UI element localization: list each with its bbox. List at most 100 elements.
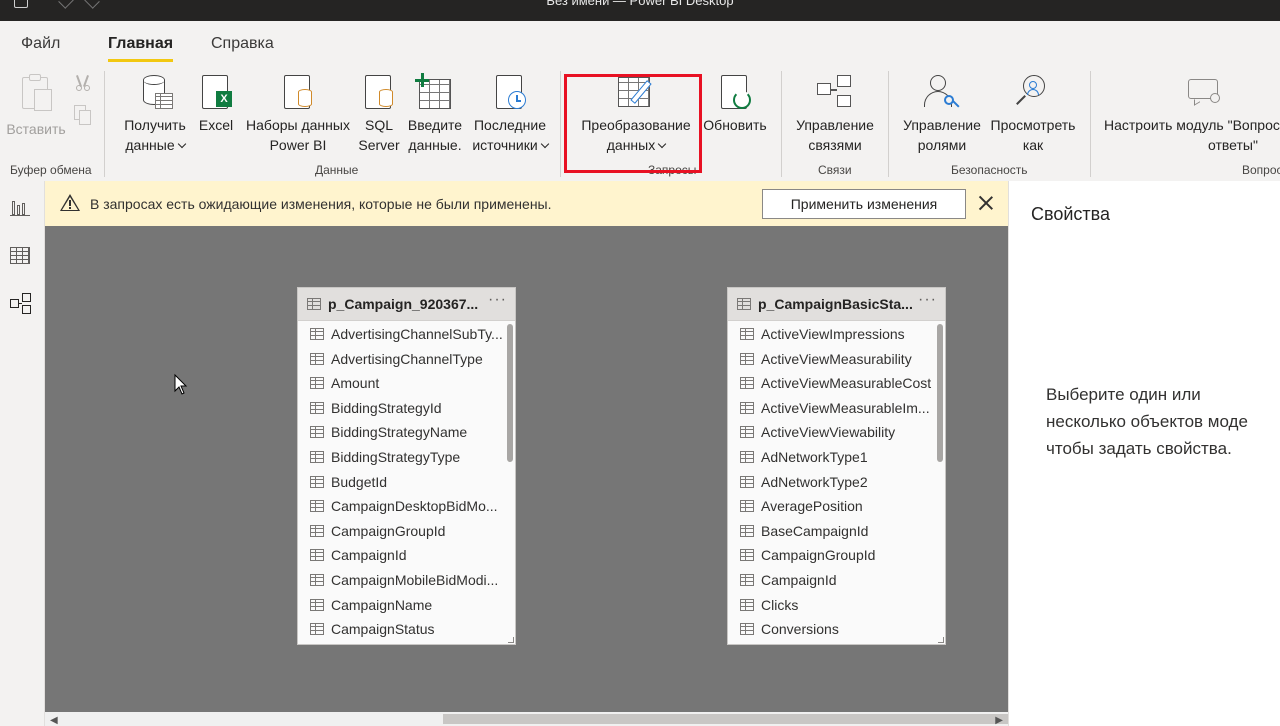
field-item[interactable]: BiddingStrategyId: [298, 396, 506, 421]
mouse-cursor-icon: [174, 373, 188, 395]
table-icon: [307, 298, 321, 310]
table-card[interactable]: p_CampaignBasicSta... ··· ActiveViewImpr…: [727, 287, 946, 645]
group-qa-label: Вопрос: [1242, 163, 1280, 177]
table-card-header[interactable]: p_CampaignBasicSta... ···: [728, 288, 945, 321]
resize-handle[interactable]: [938, 637, 944, 643]
scroll-right-icon[interactable]: ▶: [995, 715, 1003, 726]
field-item[interactable]: CampaignGroupId: [728, 543, 936, 568]
field-icon: [740, 426, 754, 439]
field-item[interactable]: AdNetworkType1: [728, 445, 936, 470]
field-item[interactable]: AdNetworkType2: [728, 470, 936, 495]
pending-changes-banner: В запросах есть ожидающие изменения, кот…: [45, 181, 1008, 226]
apply-changes-button[interactable]: Применить изменения: [762, 189, 966, 219]
field-item[interactable]: CampaignId: [728, 568, 936, 593]
title-bar: Без имени — Power BI Desktop: [0, 0, 1280, 21]
properties-message: Выберите один или несколько объектов мод…: [1046, 385, 1248, 458]
field-item[interactable]: CampaignName: [298, 593, 506, 618]
enter-data-icon: [415, 73, 455, 113]
group-data-label: Данные: [315, 163, 359, 177]
get-data-button[interactable]: Получить данные: [118, 67, 192, 155]
scroll-left-icon[interactable]: ◀: [50, 715, 58, 726]
table-card-header[interactable]: p_Campaign_920367... ···: [298, 288, 515, 321]
ribbon-separator: [560, 71, 561, 177]
enter-data-button[interactable]: Введите данные.: [405, 67, 465, 155]
cut-icon[interactable]: [76, 75, 90, 91]
field-icon: [310, 524, 324, 537]
tab-home[interactable]: Главная: [108, 35, 174, 62]
field-item[interactable]: Clicks: [728, 593, 936, 618]
close-icon[interactable]: [977, 194, 995, 212]
copy-icon[interactable]: [74, 105, 92, 125]
field-icon: [740, 352, 754, 365]
data-view-icon[interactable]: [10, 245, 32, 267]
ribbon: Вставить Буфер обмена Получить данные X …: [0, 67, 1280, 181]
transform-data-icon: [616, 73, 656, 113]
resize-handle[interactable]: [508, 637, 514, 643]
field-icon: [740, 549, 754, 562]
canvas-horizontal-scrollbar[interactable]: ◀ ▶: [45, 712, 1008, 726]
field-icon: [310, 377, 324, 390]
field-item[interactable]: BudgetId: [298, 470, 506, 495]
field-item[interactable]: CampaignGroupId: [298, 519, 506, 544]
field-item[interactable]: Amount: [298, 371, 506, 396]
field-item[interactable]: ActiveViewMeasurableCost: [728, 371, 936, 396]
left-nav: [0, 181, 45, 726]
tab-file[interactable]: Файл: [21, 35, 60, 53]
qa-icon: [1184, 73, 1224, 113]
scrollbar-thumb[interactable]: [443, 714, 1008, 724]
field-item[interactable]: CampaignMobileBidModi...: [298, 568, 506, 593]
power-bi-datasets-button[interactable]: Наборы данных Power BI: [242, 67, 354, 155]
group-queries-label: Запросы: [648, 163, 697, 177]
table-name: p_Campaign_920367...: [328, 296, 479, 312]
manage-relationships-button[interactable]: Управление связями: [790, 67, 880, 155]
field-list: ActiveViewImpressions ActiveViewMeasurab…: [728, 322, 936, 644]
manage-roles-button[interactable]: Управление ролями: [898, 67, 986, 155]
recent-sources-icon: [490, 73, 530, 113]
warning-icon: [60, 194, 80, 212]
refresh-button[interactable]: Обновить: [700, 67, 770, 135]
field-icon: [740, 328, 754, 340]
chevron-down-icon: [177, 139, 186, 149]
more-options-icon[interactable]: ···: [488, 291, 507, 309]
scrollbar[interactable]: [937, 324, 943, 462]
field-item[interactable]: BiddingStrategyName: [298, 420, 506, 445]
field-item[interactable]: ActiveViewMeasurability: [728, 347, 936, 372]
table-card[interactable]: p_Campaign_920367... ··· AdvertisingChan…: [297, 287, 516, 645]
paste-button[interactable]: Вставить: [4, 67, 68, 139]
field-item[interactable]: Conversions: [728, 617, 936, 642]
properties-pane: Свойства Выберите один или несколько объ…: [1008, 181, 1280, 726]
field-item[interactable]: CampaignStatus: [298, 617, 506, 642]
model-canvas[interactable]: p_Campaign_920367... ··· AdvertisingChan…: [45, 226, 1008, 712]
transform-data-button[interactable]: Преобразование данных: [574, 67, 698, 155]
report-view-icon[interactable]: [10, 197, 32, 219]
field-item[interactable]: ActiveViewImpressions: [728, 322, 936, 347]
field-item[interactable]: BiddingStrategyType: [298, 445, 506, 470]
table-icon: [737, 298, 751, 310]
field-item[interactable]: CampaignDesktopBidMo...: [298, 494, 506, 519]
field-icon: [740, 377, 754, 390]
model-view-icon[interactable]: [10, 293, 32, 315]
refresh-icon: [715, 73, 755, 113]
field-item[interactable]: CampaignId: [298, 543, 506, 568]
field-item[interactable]: AdvertisingChannelType: [298, 347, 506, 372]
dataset-icon: [278, 73, 318, 113]
field-item[interactable]: ActiveViewMeasurableIm...: [728, 396, 936, 421]
field-item[interactable]: BaseCampaignId: [728, 519, 936, 544]
ribbon-separator: [104, 71, 105, 177]
view-as-button[interactable]: Просмотреть как: [986, 67, 1080, 155]
field-item[interactable]: ActiveViewViewability: [728, 420, 936, 445]
field-icon: [740, 500, 754, 513]
group-clipboard-label: Буфер обмена: [10, 163, 92, 177]
field-icon: [740, 573, 754, 586]
scrollbar[interactable]: [507, 324, 513, 462]
sql-server-button[interactable]: SQL Server: [356, 67, 402, 155]
recent-sources-button[interactable]: Последние источники: [468, 67, 552, 155]
field-icon: [310, 401, 324, 414]
excel-button[interactable]: X Excel: [196, 67, 236, 135]
more-options-icon[interactable]: ···: [918, 291, 937, 309]
qa-setup-button[interactable]: Настроить модуль "Вопрос ответы": [1100, 67, 1280, 155]
tab-help[interactable]: Справка: [211, 35, 274, 53]
field-item[interactable]: AveragePosition: [728, 494, 936, 519]
field-item[interactable]: AdvertisingChannelSubTy...: [298, 322, 506, 347]
chevron-down-icon: [657, 139, 667, 149]
